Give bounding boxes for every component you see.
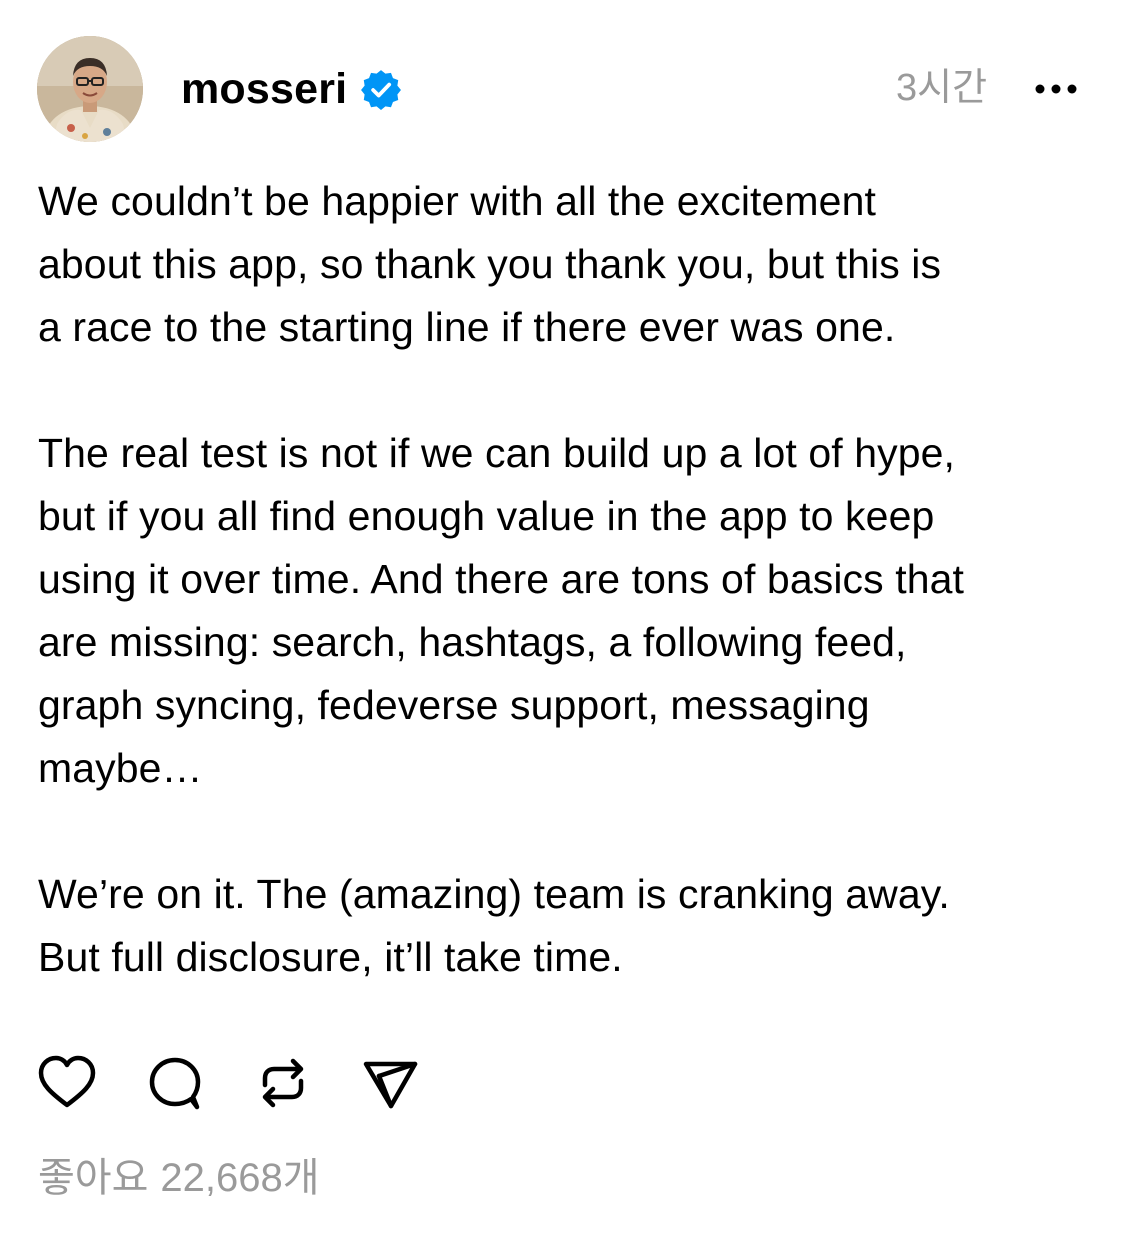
send-icon[interactable]: [361, 1052, 421, 1114]
post-paragraph: The real test is not if we can build up …: [38, 430, 965, 791]
post-body: We couldn’t be happier with all the exci…: [38, 170, 1098, 1052]
username[interactable]: mosseri: [181, 63, 347, 115]
likes-count: 22,668개: [160, 1156, 320, 1200]
post-paragraph: We’re on it. The (amazing) team is crank…: [38, 871, 950, 980]
more-options-icon[interactable]: [1032, 76, 1080, 102]
verified-badge-icon: [361, 70, 401, 110]
thread-post: mosseri 3시간 We couldn’t be happier with …: [0, 0, 1125, 1242]
avatar-image: [37, 36, 143, 142]
avatar[interactable]: [37, 36, 143, 142]
repost-icon[interactable]: [253, 1052, 313, 1114]
likes-label: 좋아요: [38, 1156, 149, 1200]
comment-icon[interactable]: [145, 1052, 205, 1114]
heart-icon[interactable]: [37, 1052, 97, 1114]
post-timestamp: 3시간: [896, 67, 988, 109]
like-count[interactable]: 좋아요 22,668개: [38, 1152, 320, 1204]
post-paragraph: We couldn’t be happier with all the exci…: [38, 178, 942, 350]
